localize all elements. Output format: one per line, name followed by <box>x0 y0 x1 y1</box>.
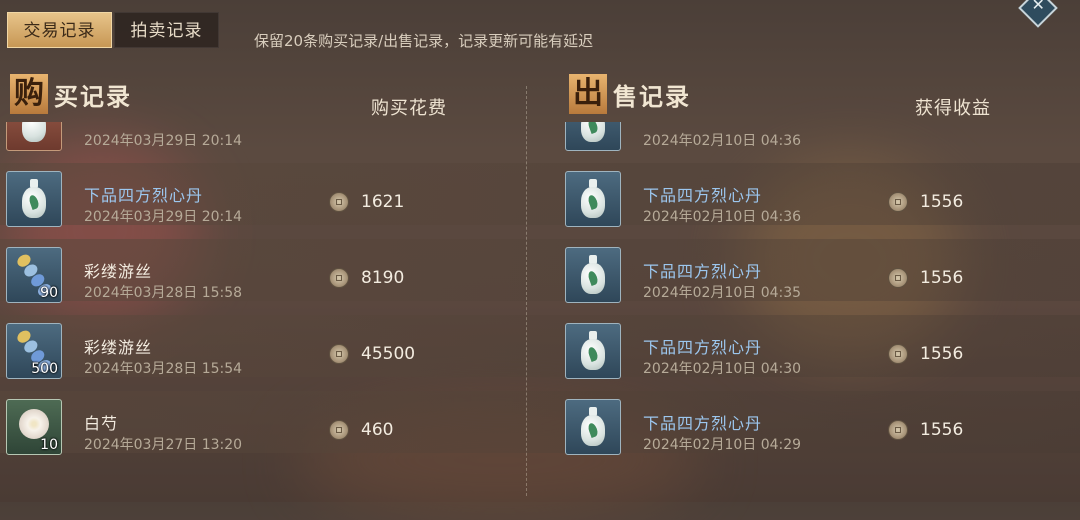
item-quantity: 10 <box>40 437 58 453</box>
item-time: 2024年02月10日 04:36 <box>643 133 802 149</box>
sell-title-text: 售记录 <box>613 82 691 111</box>
list-item[interactable]: 下品四方烈心丹 2024年02月10日 04:29 1556 <box>565 392 1075 468</box>
vase-icon <box>565 171 621 227</box>
buy-title-char: 购 <box>10 74 48 114</box>
buy-record-list[interactable]: 2024年03月29日 20:14 下品四方烈心丹 2024年03月29日 20… <box>6 122 516 502</box>
record-notice: 保留20条购买记录/出售记录，记录更新可能有延迟 <box>254 32 594 50</box>
coin-icon <box>329 420 349 440</box>
coin-icon <box>329 268 349 288</box>
sell-records-title: 出 售记录 <box>569 74 691 114</box>
item-price: 1556 <box>920 268 964 288</box>
item-price: 1556 <box>920 420 964 440</box>
list-item[interactable]: 2024年03月29日 20:14 <box>6 122 516 164</box>
vase-icon <box>565 323 621 379</box>
silk-icon: 90 <box>6 247 62 303</box>
item-price: 1621 <box>361 192 405 212</box>
list-item[interactable]: 90 彩缕游丝 2024年03月28日 15:58 8190 <box>6 240 516 316</box>
vase-icon <box>6 122 62 151</box>
item-time: 2024年03月29日 20:14 <box>84 133 243 149</box>
vase-icon <box>565 399 621 455</box>
coin-icon <box>888 344 908 364</box>
buy-title-text: 买记录 <box>54 82 132 111</box>
item-time: 2024年02月10日 04:30 <box>643 361 802 377</box>
item-time: 2024年03月27日 13:20 <box>84 437 243 453</box>
coin-icon <box>888 192 908 212</box>
list-item[interactable]: 2024年02月10日 04:36 <box>565 122 1075 164</box>
item-name: 下品四方烈心丹 <box>643 414 763 433</box>
tab-auction-records[interactable]: 拍卖记录 <box>114 12 219 48</box>
item-name: 下品四方烈心丹 <box>84 186 204 205</box>
item-price: 1556 <box>920 344 964 364</box>
list-item[interactable]: 下品四方烈心丹 2024年02月10日 04:30 1556 <box>565 316 1075 392</box>
coin-icon <box>888 420 908 440</box>
silk-icon: 500 <box>6 323 62 379</box>
vase-icon <box>6 171 62 227</box>
list-item[interactable]: 下品四方烈心丹 2024年03月29日 20:14 1621 <box>6 164 516 240</box>
sell-record-list[interactable]: 2024年02月10日 04:36 下品四方烈心丹 2024年02月10日 04… <box>565 122 1075 502</box>
item-name: 下品四方烈心丹 <box>643 186 763 205</box>
list-item[interactable]: 下品四方烈心丹 2024年02月10日 04:36 1556 <box>565 164 1075 240</box>
item-time: 2024年03月29日 20:14 <box>84 209 243 225</box>
item-price: 460 <box>361 420 394 440</box>
item-time: 2024年02月10日 04:29 <box>643 437 802 453</box>
item-name: 下品四方烈心丹 <box>643 338 763 357</box>
item-quantity: 90 <box>40 285 58 301</box>
list-item[interactable]: 下品四方烈心丹 2024年02月10日 04:35 1556 <box>565 240 1075 316</box>
flower-icon: 10 <box>6 399 62 455</box>
item-name: 彩缕游丝 <box>84 262 153 281</box>
sell-title-char: 出 <box>569 74 607 114</box>
item-name: 下品四方烈心丹 <box>643 262 763 281</box>
coin-icon <box>329 344 349 364</box>
tab-trade-records[interactable]: 交易记录 <box>7 12 112 48</box>
list-item[interactable]: 500 彩缕游丝 2024年03月28日 15:54 45500 <box>6 316 516 392</box>
vase-icon <box>565 122 621 151</box>
coin-icon <box>888 268 908 288</box>
sell-income-header: 获得收益 <box>915 98 991 119</box>
item-name: 白芍 <box>84 414 119 433</box>
buy-records-title: 购 买记录 <box>10 74 132 114</box>
item-time: 2024年02月10日 04:36 <box>643 209 802 225</box>
item-price: 45500 <box>361 344 416 364</box>
item-price: 1556 <box>920 192 964 212</box>
coin-icon <box>329 192 349 212</box>
item-name: 彩缕游丝 <box>84 338 153 357</box>
item-time: 2024年03月28日 15:54 <box>84 361 243 377</box>
item-quantity: 500 <box>31 361 58 377</box>
list-item[interactable]: 10 白芍 2024年03月27日 13:20 460 <box>6 392 516 468</box>
close-diamond-icon[interactable] <box>1018 0 1058 28</box>
vase-icon <box>565 247 621 303</box>
section-divider <box>526 86 527 496</box>
item-time: 2024年02月10日 04:35 <box>643 285 802 301</box>
item-time: 2024年03月28日 15:58 <box>84 285 243 301</box>
record-tabs: 交易记录 拍卖记录 <box>7 12 219 48</box>
buy-cost-header: 购买花费 <box>371 98 447 119</box>
item-price: 8190 <box>361 268 405 288</box>
